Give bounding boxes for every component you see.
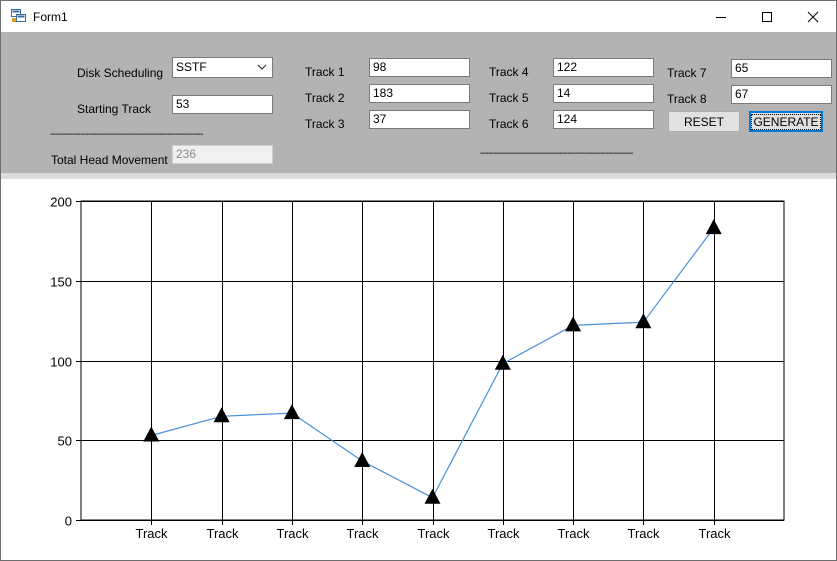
data-point-marker [494, 354, 511, 370]
track-8-input[interactable]: 67 [731, 85, 832, 104]
app-icon [11, 9, 26, 22]
disk-scheduling-value: SSTF [176, 60, 207, 74]
track-4-label: Track 4 [489, 65, 529, 79]
y-tick-label: 150 [50, 275, 72, 290]
separator-right: ----------------------------------------… [480, 148, 633, 159]
data-point-marker [565, 316, 582, 332]
track-5-input[interactable]: 14 [553, 84, 654, 103]
x-tick-label: Track [487, 526, 520, 541]
chart-area: 0 50 100 150 200 Track Track Track Track Track Tra… [1, 179, 836, 560]
close-button[interactable] [790, 1, 836, 32]
data-point-marker [213, 407, 230, 423]
reset-button[interactable]: RESET [668, 111, 740, 132]
x-tick-label: Track [417, 526, 450, 541]
x-tick-label: Track [135, 526, 168, 541]
track-7-label: Track 7 [667, 66, 707, 80]
y-tick-label: 100 [50, 355, 72, 370]
x-tick-label: Track [557, 526, 590, 541]
track-2-input[interactable]: 183 [369, 84, 470, 103]
maximize-icon [762, 11, 772, 22]
generate-button-label: GENERATE [751, 113, 821, 130]
disk-scheduling-label: Disk Scheduling [77, 66, 164, 80]
minimize-button[interactable] [698, 1, 744, 32]
data-point-marker [283, 404, 300, 420]
track-1-input[interactable]: 98 [369, 58, 470, 77]
total-head-movement-field: 236 [172, 145, 273, 164]
track-3-label: Track 3 [305, 117, 345, 131]
maximize-button[interactable] [744, 1, 790, 32]
title-bar: Form1 [1, 1, 836, 32]
data-point-marker [354, 452, 371, 467]
plot-frame [80, 200, 785, 521]
y-tick-label: 50 [58, 434, 72, 449]
separator-left: ----------------------------------------… [50, 129, 203, 140]
track-6-input[interactable]: 124 [553, 110, 654, 129]
track-4-input[interactable]: 122 [553, 58, 654, 77]
y-tick-label: 200 [50, 195, 72, 210]
x-tick-label: Track [346, 526, 379, 541]
series-line [151, 227, 715, 499]
track-7-input[interactable]: 65 [731, 59, 832, 78]
y-tick-label: 0 [65, 514, 72, 529]
total-head-movement-label: Total Head Movement [51, 153, 168, 167]
track-3-input[interactable]: 37 [369, 110, 470, 129]
starting-track-input[interactable]: 53 [172, 95, 273, 114]
starting-track-label: Starting Track [77, 102, 152, 116]
x-tick-label: Track [698, 526, 731, 541]
input-panel: Disk Scheduling SSTF Starting Track 53 -… [1, 32, 836, 173]
track-2-label: Track 2 [305, 91, 345, 105]
data-point-marker [705, 219, 722, 235]
x-tick-label: Track [627, 526, 660, 541]
disk-scheduling-select[interactable]: SSTF [172, 57, 273, 78]
form-window: Form1 Disk Scheduling SSTF Starting Trac… [0, 0, 837, 561]
close-icon [807, 11, 819, 22]
chevron-down-icon [257, 64, 267, 70]
x-tick-label: Track [206, 526, 239, 541]
track-5-label: Track 5 [489, 91, 529, 105]
reset-button-label: RESET [683, 114, 724, 129]
track-chart: 0 50 100 150 200 Track Track Track Track Track Tra… [50, 195, 785, 541]
x-tick-label: Track [276, 526, 309, 541]
window-title: Form1 [33, 10, 68, 24]
track-1-label: Track 1 [305, 65, 345, 79]
minimize-icon [716, 16, 726, 18]
generate-button[interactable]: GENERATE [749, 111, 823, 132]
track-8-label: Track 8 [667, 92, 707, 106]
track-6-label: Track 6 [489, 117, 529, 131]
data-point-marker [424, 488, 441, 504]
